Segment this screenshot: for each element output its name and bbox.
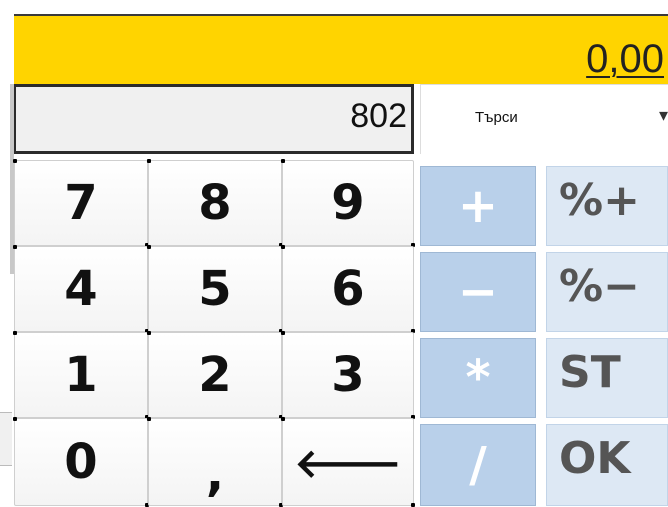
total-amount-bar: 0,00 [14,14,668,84]
key-multiply[interactable]: * [420,338,536,418]
key-minus[interactable]: − [420,252,536,332]
ok-button[interactable]: OK [546,424,668,506]
key-5[interactable]: 5 [147,245,283,333]
percent-minus-button[interactable]: %− [546,252,668,332]
total-amount: 0,00 [586,37,664,81]
backspace-arrow-icon[interactable]: 🡐 [281,417,415,507]
search-label: Търси [475,109,518,126]
key-1[interactable]: 1 [13,331,149,419]
key-divide[interactable]: / [420,424,536,506]
percent-plus-button[interactable]: %+ [546,166,668,246]
subtotal-button[interactable]: ST [546,338,668,418]
key-8[interactable]: 8 [147,159,283,247]
chevron-down-icon: ▾ [658,105,668,125]
key-7[interactable]: 7 [13,159,149,247]
left-edge [0,14,14,506]
search-dropdown[interactable]: Търси ▾ [420,84,668,154]
key-0[interactable]: 0 [13,417,149,507]
key-9[interactable]: 9 [281,159,415,247]
key-4[interactable]: 4 [13,245,149,333]
quantity-input[interactable]: 802 [14,84,414,154]
key-3[interactable]: 3 [281,331,415,419]
key-plus[interactable]: + [420,166,536,246]
scroll-fragment [0,412,12,466]
key-2[interactable]: 2 [147,331,283,419]
key-decimal-comma[interactable]: , [147,417,283,507]
top-margin [0,0,668,14]
key-6[interactable]: 6 [281,245,415,333]
input-value: 802 [350,97,407,135]
